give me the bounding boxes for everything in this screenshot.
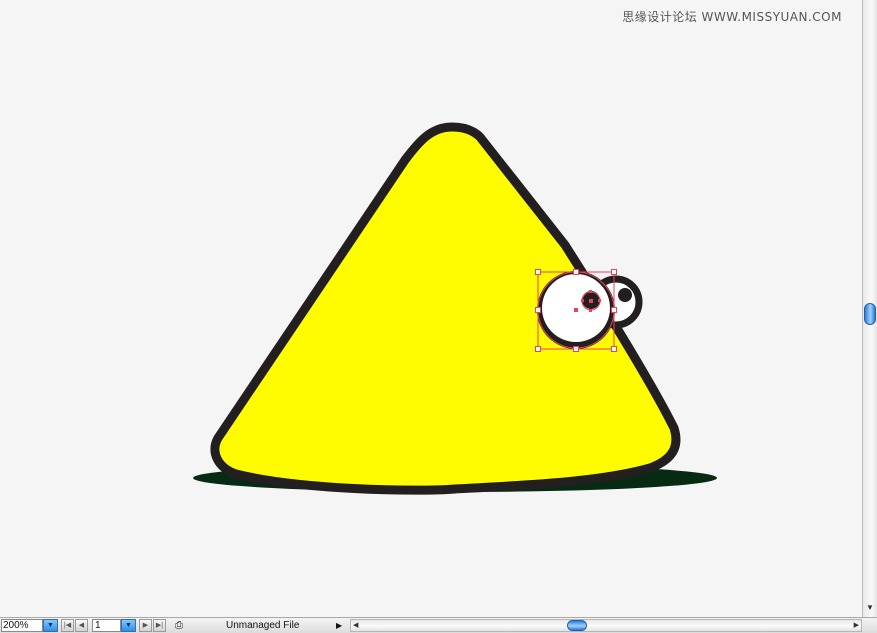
anchor-point[interactable] bbox=[589, 309, 592, 312]
scroll-left-arrow-icon[interactable]: ◀ bbox=[353, 620, 358, 631]
handle-bottom-middle[interactable] bbox=[573, 346, 579, 352]
page-number-field[interactable]: 1 bbox=[92, 619, 121, 632]
anchor-point[interactable] bbox=[581, 299, 584, 302]
watermark-text: 思缘设计论坛 WWW.MISSYUAN.COM bbox=[622, 10, 842, 24]
print-icon[interactable]: ⎙ bbox=[172, 619, 186, 632]
prev-page-icon[interactable]: ◀ bbox=[75, 619, 88, 632]
artwork[interactable] bbox=[0, 0, 862, 617]
handle-bottom-left[interactable] bbox=[535, 346, 541, 352]
last-page-icon[interactable]: ▶| bbox=[153, 619, 166, 632]
back-eye-pupil[interactable] bbox=[618, 288, 632, 302]
anchor-point[interactable] bbox=[574, 308, 578, 312]
artboard-canvas[interactable]: 思缘设计论坛 WWW.MISSYUAN.COM bbox=[0, 0, 862, 617]
handle-middle-right[interactable] bbox=[611, 307, 617, 313]
horizontal-scroll-thumb[interactable] bbox=[567, 620, 587, 631]
handle-middle-left[interactable] bbox=[535, 307, 541, 313]
horizontal-scrollbar[interactable]: ◀ ▶ bbox=[350, 619, 862, 632]
anchor-point[interactable] bbox=[589, 299, 593, 303]
anchor-point[interactable] bbox=[589, 290, 592, 293]
scroll-down-arrow-icon[interactable]: ▼ bbox=[863, 602, 877, 614]
status-text[interactable]: Unmanaged File bbox=[200, 619, 340, 632]
next-page-icon[interactable]: ▶ bbox=[139, 619, 152, 632]
handle-top-middle[interactable] bbox=[573, 269, 579, 275]
handle-bottom-right[interactable] bbox=[611, 346, 617, 352]
scroll-right-arrow-icon[interactable]: ▶ bbox=[854, 620, 859, 631]
page-dropdown-icon[interactable]: ▼ bbox=[121, 619, 136, 632]
zoom-level-field[interactable]: 200% bbox=[1, 619, 43, 632]
handle-top-right[interactable] bbox=[611, 269, 617, 275]
handle-top-left[interactable] bbox=[535, 269, 541, 275]
vertical-scrollbar[interactable]: ▼ bbox=[862, 0, 877, 617]
status-menu-arrow-icon[interactable]: ▶ bbox=[336, 619, 346, 632]
status-bar: 200% ▼ |◀ ◀ 1 ▼ ▶ ▶| ⎙ Unmanaged File ▶ … bbox=[0, 617, 877, 633]
zoom-dropdown-icon[interactable]: ▼ bbox=[43, 619, 58, 632]
first-page-icon[interactable]: |◀ bbox=[61, 619, 74, 632]
vertical-scroll-thumb[interactable] bbox=[864, 303, 876, 325]
anchor-point[interactable] bbox=[598, 299, 601, 302]
